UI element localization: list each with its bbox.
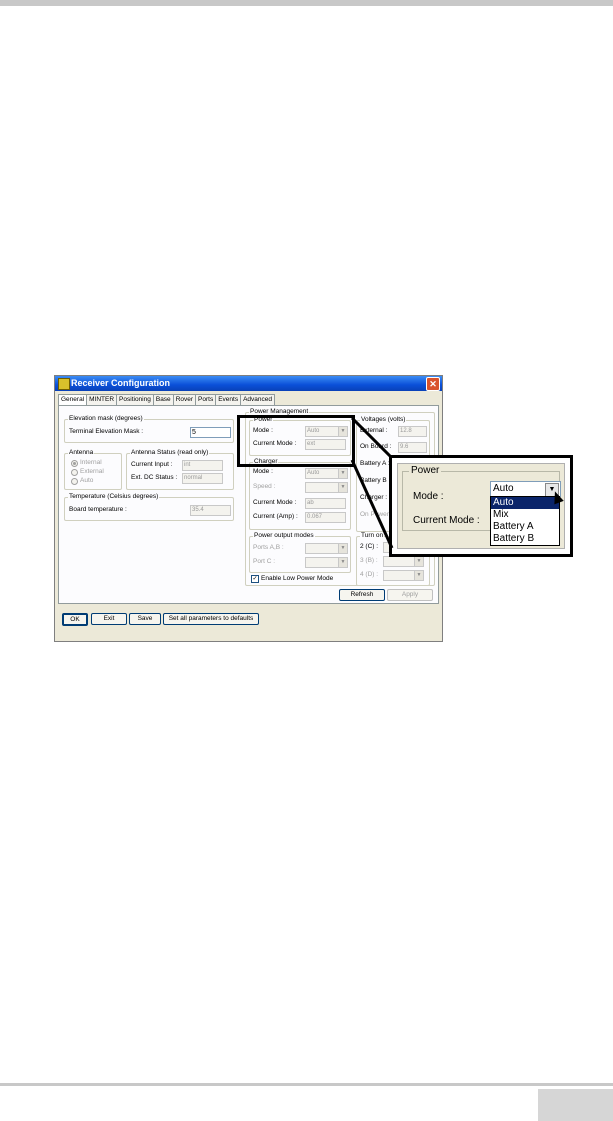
- zoom-option-auto[interactable]: Auto: [491, 497, 559, 509]
- exit-button[interactable]: Exit: [91, 613, 127, 625]
- turn-on-title: Turn on: [360, 532, 385, 539]
- on-power-label: On Power :: [360, 511, 393, 518]
- temperature-group: Temperature (Celsius degrees) Board temp…: [64, 493, 234, 521]
- save-button[interactable]: Save: [129, 613, 161, 625]
- tab-minter[interactable]: MINTER: [86, 394, 118, 405]
- charger-current-amp-field: 0.067: [305, 512, 346, 523]
- power-output-modes-group: Power output modes Ports A,B : ▼ Port C …: [249, 532, 351, 573]
- zoom-option-mix[interactable]: Mix: [491, 509, 559, 521]
- antenna-external-radio[interactable]: [71, 469, 78, 476]
- antenna-internal-label: Internal: [80, 459, 102, 466]
- on-board-voltage-label: On Board :: [360, 443, 392, 450]
- port-c-select[interactable]: ▼: [305, 557, 348, 568]
- turn-on-4d-select[interactable]: ▼: [383, 570, 424, 581]
- antenna-status-title: Antenna Status (read only): [130, 449, 210, 456]
- charger-mode-select[interactable]: Auto ▼: [305, 468, 348, 479]
- elevation-mask-label: Terminal Elevation Mask :: [69, 428, 144, 435]
- ports-ab-select[interactable]: ▼: [305, 543, 348, 554]
- tab-ports[interactable]: Ports: [195, 394, 217, 405]
- charger-speed-label: Speed :: [253, 483, 276, 490]
- zoom-power-title: Power: [409, 465, 442, 476]
- tab-strip: General MINTER Positioning Base Rover Po…: [58, 394, 275, 406]
- external-voltage-label: External :: [360, 427, 388, 434]
- power-highlight-box: [237, 415, 355, 467]
- antenna-internal-radio[interactable]: [71, 460, 78, 467]
- chevron-down-icon: ▼: [338, 469, 347, 478]
- antenna-status-group: Antenna Status (read only) Current Input…: [126, 449, 234, 490]
- voltages-title: Voltages (volts): [360, 416, 407, 423]
- chevron-down-icon: ▼: [338, 558, 347, 567]
- zoom-option-battery-b[interactable]: Battery B: [491, 533, 559, 545]
- antenna-auto-label: Auto: [80, 477, 94, 484]
- chevron-down-icon: ▼: [338, 544, 347, 553]
- refresh-button[interactable]: Refresh: [339, 589, 385, 601]
- chevron-down-icon: ▼: [338, 483, 347, 492]
- elevation-mask-input[interactable]: 5: [190, 427, 231, 438]
- current-input-label: Current Input :: [131, 461, 173, 468]
- zoom-current-mode-label: Current Mode :: [413, 515, 480, 526]
- chevron-down-icon: ▼: [414, 571, 423, 580]
- zoom-mode-label: Mode :: [413, 491, 444, 502]
- zoom-dialog-area: Power Mode : Current Mode : Auto ▼ Auto …: [397, 463, 565, 549]
- tab-advanced[interactable]: Advanced: [240, 394, 275, 405]
- ext-dc-status-label: Ext. DC Status :: [131, 474, 178, 481]
- turn-on-3b-label: 3 (B) :: [360, 557, 378, 564]
- title-bar[interactable]: Receiver Configuration ✕: [55, 376, 442, 391]
- page-number-tab: [538, 1089, 613, 1121]
- set-defaults-button[interactable]: Set all parameters to defaults: [163, 613, 259, 625]
- ext-dc-status-field: normal: [182, 473, 223, 484]
- charger-speed-select[interactable]: ▼: [305, 482, 348, 493]
- zoom-option-battery-a[interactable]: Battery A: [491, 521, 559, 533]
- board-temperature-label: Board temperature :: [69, 506, 127, 513]
- elevation-mask-title: Elevation mask (degrees): [68, 415, 144, 422]
- window-title: Receiver Configuration: [71, 378, 171, 388]
- chevron-down-icon: ▼: [414, 557, 423, 566]
- antenna-group: Antenna Internal External Auto: [64, 449, 122, 490]
- zoom-mode-dropdown-list: Auto Mix Battery A Battery B: [490, 496, 560, 546]
- power-zoom-callout: Power Mode : Current Mode : Auto ▼ Auto …: [389, 455, 573, 557]
- battery-a-label: Battery A :: [360, 460, 390, 467]
- low-power-checkbox[interactable]: ✓: [251, 575, 259, 583]
- receiver-config-window: Receiver Configuration ✕ General MINTER …: [54, 375, 443, 642]
- ok-button[interactable]: OK: [62, 613, 88, 626]
- battery-b-label: Battery B :: [360, 477, 391, 484]
- turn-on-3b-select[interactable]: ▼: [383, 556, 424, 567]
- temperature-title: Temperature (Celsius degrees): [68, 493, 160, 500]
- power-output-modes-title: Power output modes: [253, 532, 315, 539]
- external-voltage-field: 12.8: [398, 426, 427, 437]
- current-input-field: int: [182, 460, 223, 471]
- app-icon: [58, 378, 70, 390]
- port-c-label: Port C :: [253, 558, 276, 565]
- close-button[interactable]: ✕: [426, 377, 440, 391]
- charger-current-mode-field: ab: [305, 498, 346, 509]
- charger-current-amp-label: Current (Amp) :: [253, 513, 298, 520]
- elevation-mask-group: Elevation mask (degrees) Terminal Elevat…: [64, 415, 234, 443]
- board-temperature-field: 35.4: [190, 505, 231, 516]
- antenna-external-label: External: [80, 468, 104, 475]
- charger-mode-label: Mode :: [253, 468, 273, 475]
- page-bottom-rule: [0, 1083, 613, 1086]
- tab-base[interactable]: Base: [152, 394, 174, 405]
- turn-on-4d-label: 4 (D) :: [360, 571, 379, 578]
- apply-button[interactable]: Apply: [387, 589, 433, 601]
- charger-current-mode-label: Current Mode :: [253, 499, 297, 506]
- antenna-title: Antenna: [68, 449, 95, 456]
- charger-voltage-label: Charger :: [360, 494, 388, 501]
- antenna-auto-radio[interactable]: [71, 478, 78, 485]
- ports-ab-label: Ports A,B :: [253, 544, 284, 551]
- tab-positioning[interactable]: Positioning: [116, 394, 154, 405]
- turn-on-2c-label: 2 (C) :: [360, 543, 379, 550]
- low-power-label: Enable Low Power Mode: [261, 575, 334, 582]
- on-board-voltage-field: 9.6: [398, 442, 427, 453]
- tab-events[interactable]: Events: [215, 394, 242, 405]
- page-top-rule: [0, 0, 613, 6]
- tab-rover[interactable]: Rover: [172, 394, 197, 405]
- power-management-title: Power Management: [249, 408, 310, 415]
- charger-group: Charger Mode : Auto ▼ Speed : ▼ Current M…: [249, 458, 351, 530]
